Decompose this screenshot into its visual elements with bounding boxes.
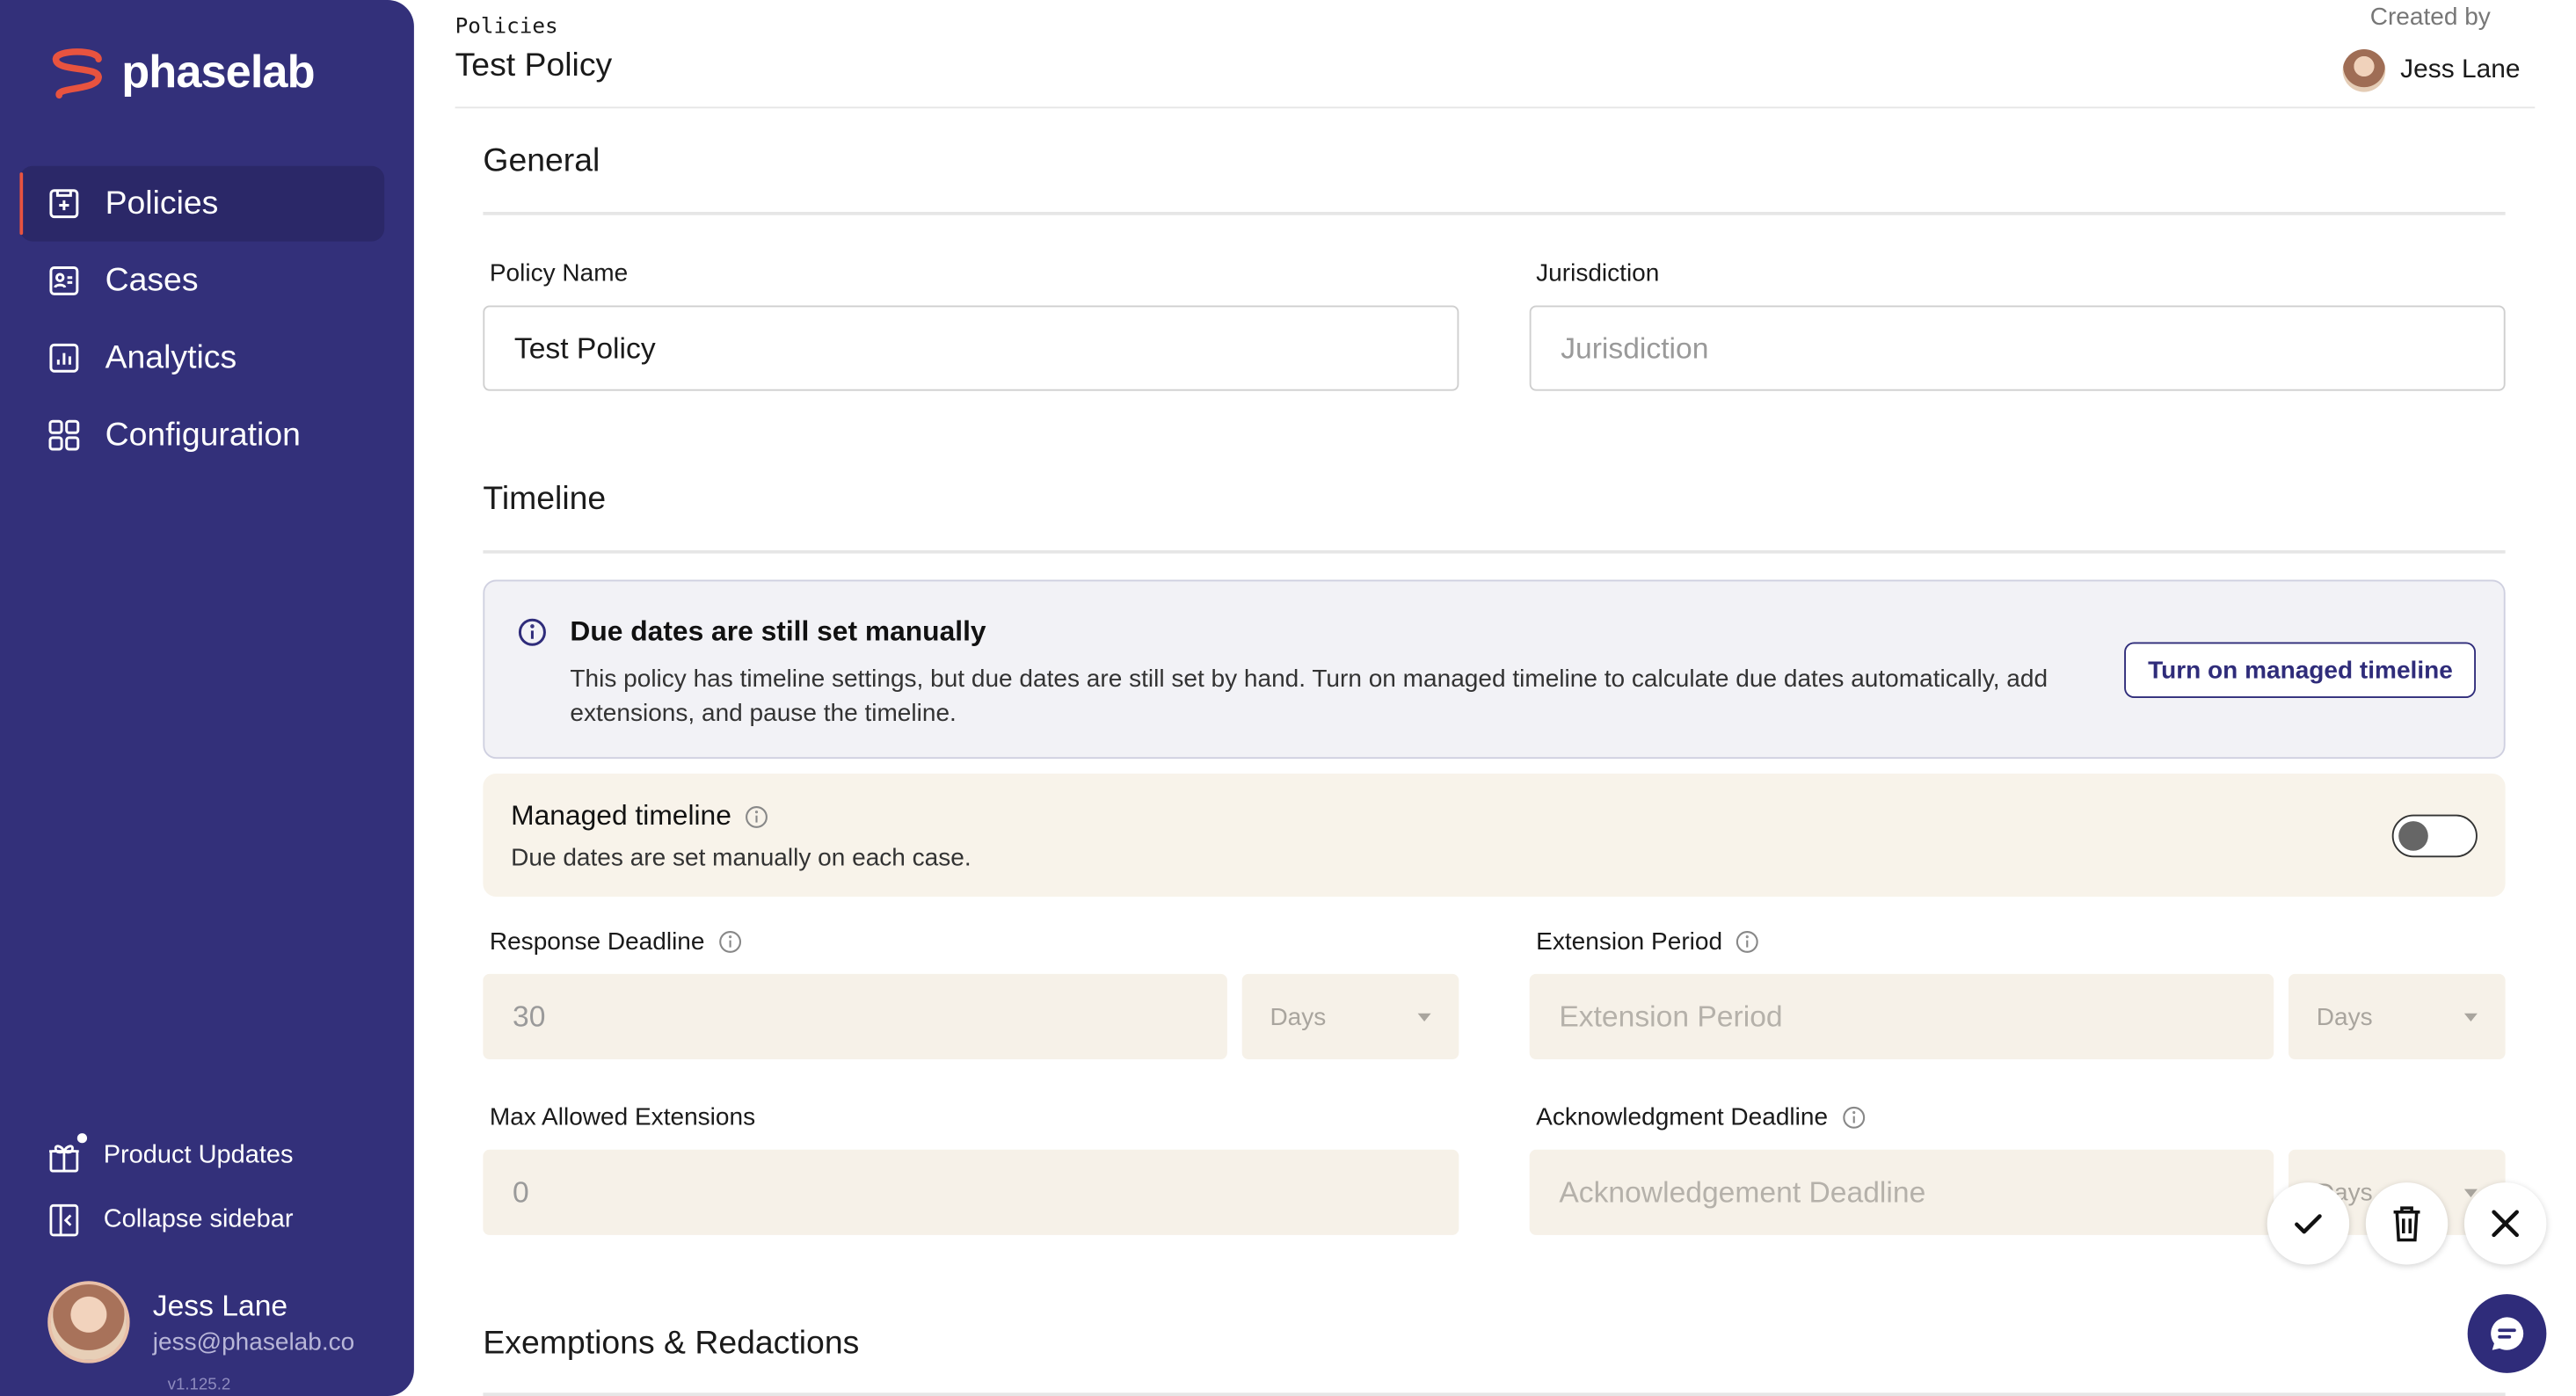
brand-name: phaselab bbox=[121, 46, 315, 98]
sidebar-item-cases[interactable]: Cases bbox=[19, 243, 384, 318]
header-divider bbox=[455, 106, 2536, 109]
info-icon[interactable] bbox=[717, 929, 742, 954]
delete-button[interactable] bbox=[2365, 1182, 2449, 1265]
caret-down-icon bbox=[2463, 1012, 2478, 1022]
sidebar-nav: Policies Cases Analytics Configuration bbox=[19, 165, 385, 475]
managed-timeline-toggle[interactable] bbox=[2391, 814, 2478, 858]
extension-period-label: Extension Period bbox=[1536, 927, 1723, 956]
managed-timeline-title: Managed timeline bbox=[511, 799, 731, 832]
sidebar-item-label: Policies bbox=[105, 185, 219, 222]
section-divider bbox=[483, 549, 2506, 554]
section-divider bbox=[483, 212, 2506, 215]
user-name: Jess Lane bbox=[152, 1288, 288, 1321]
sidebar-item-label: Configuration bbox=[105, 416, 301, 453]
caret-down-icon bbox=[1417, 1012, 1431, 1022]
logo[interactable]: phaselab bbox=[46, 46, 316, 102]
jurisdiction-input[interactable] bbox=[1529, 305, 2506, 391]
user-profile[interactable]: Jess Lane jess@phaselab.co bbox=[47, 1281, 354, 1363]
extension-period-unit-select[interactable]: Days bbox=[2288, 973, 2506, 1060]
ack-deadline-input[interactable] bbox=[1529, 1149, 2274, 1235]
extension-period-input[interactable] bbox=[1529, 973, 2274, 1060]
info-icon[interactable] bbox=[745, 804, 769, 829]
section-title-timeline: Timeline bbox=[483, 481, 607, 518]
grid-config-icon bbox=[48, 419, 80, 451]
section-title-exemptions: Exemptions & Redactions bbox=[483, 1325, 860, 1362]
close-icon bbox=[2492, 1210, 2519, 1238]
analytics-chart-icon bbox=[49, 343, 79, 373]
collapse-sidebar-icon bbox=[46, 1203, 82, 1239]
response-deadline-heading: Response Deadline bbox=[490, 928, 743, 956]
alert-body: This policy has timeline settings, but d… bbox=[570, 665, 2048, 728]
managed-timeline-heading: Managed timeline bbox=[511, 800, 769, 833]
save-button[interactable] bbox=[2267, 1182, 2350, 1265]
page-title: Test Policy bbox=[455, 47, 613, 84]
select-value: Days bbox=[1270, 1002, 1327, 1031]
alert-title: Due dates are still set manually bbox=[570, 615, 986, 648]
collapse-sidebar-label: Collapse sidebar bbox=[103, 1205, 294, 1234]
jurisdiction-label: Jurisdiction bbox=[1536, 259, 1660, 287]
sidebar-item-label: Analytics bbox=[105, 338, 237, 375]
max-extensions-label: Max Allowed Extensions bbox=[489, 1103, 756, 1132]
created-by-label: Created by bbox=[2369, 3, 2491, 32]
phaselab-logo-icon bbox=[52, 48, 102, 99]
sidebar-item-configuration[interactable]: Configuration bbox=[19, 397, 384, 473]
check-icon bbox=[2295, 1214, 2322, 1234]
response-deadline-input[interactable] bbox=[483, 973, 1227, 1060]
select-value: Days bbox=[2316, 1002, 2373, 1031]
sidebar-item-policies[interactable]: Policies bbox=[19, 165, 385, 242]
info-circle-icon bbox=[518, 618, 546, 646]
policy-doc-icon bbox=[49, 189, 79, 219]
chat-bubble-icon bbox=[2491, 1317, 2524, 1350]
trash-icon bbox=[2393, 1206, 2420, 1242]
user-email: jess@phaselab.co bbox=[152, 1327, 355, 1356]
turn-on-managed-timeline-button[interactable]: Turn on managed timeline bbox=[2124, 642, 2477, 699]
sidebar: phaselab Policies Cases Analytics Config… bbox=[0, 0, 414, 1396]
extension-period-heading: Extension Period bbox=[1536, 928, 1760, 956]
info-icon[interactable] bbox=[1841, 1105, 1866, 1130]
toggle-knob bbox=[2398, 821, 2428, 851]
ack-deadline-heading: Acknowledgment Deadline bbox=[1536, 1103, 1866, 1131]
sidebar-item-label: Cases bbox=[105, 261, 199, 299]
avatar bbox=[47, 1281, 130, 1363]
ack-deadline-label: Acknowledgment Deadline bbox=[1536, 1103, 1829, 1132]
sidebar-item-analytics[interactable]: Analytics bbox=[19, 320, 384, 396]
policy-name-input[interactable] bbox=[483, 305, 1459, 391]
creator-name: Jess Lane bbox=[2400, 55, 2521, 84]
creator-avatar bbox=[2342, 49, 2386, 92]
product-updates-link[interactable]: Product Updates bbox=[46, 1133, 390, 1174]
app-version: v1.125.2 bbox=[167, 1376, 231, 1395]
product-updates-label: Product Updates bbox=[103, 1141, 294, 1170]
max-extensions-input[interactable] bbox=[483, 1149, 1459, 1235]
breadcrumb[interactable]: Policies bbox=[455, 15, 558, 40]
close-button[interactable] bbox=[2463, 1182, 2547, 1265]
response-deadline-unit-select[interactable]: Days bbox=[1241, 973, 1459, 1060]
collapse-sidebar-button[interactable]: Collapse sidebar bbox=[46, 1203, 390, 1239]
response-deadline-label: Response Deadline bbox=[489, 927, 705, 956]
manual-due-dates-alert: Due dates are still set manually This po… bbox=[483, 579, 2506, 760]
chat-support-button[interactable] bbox=[2467, 1294, 2547, 1373]
policy-name-label: Policy Name bbox=[489, 259, 629, 287]
creator: Jess Lane bbox=[2342, 49, 2521, 92]
cases-card-icon bbox=[49, 266, 79, 295]
section-title-general: General bbox=[483, 142, 600, 179]
info-icon[interactable] bbox=[1736, 929, 1760, 954]
section-divider bbox=[483, 1392, 2506, 1396]
notification-dot bbox=[76, 1133, 88, 1144]
gift-icon bbox=[46, 1133, 88, 1174]
managed-timeline-description: Due dates are set manually on each case. bbox=[511, 844, 971, 873]
managed-timeline-panel: Managed timeline Due dates are set manua… bbox=[483, 773, 2506, 898]
